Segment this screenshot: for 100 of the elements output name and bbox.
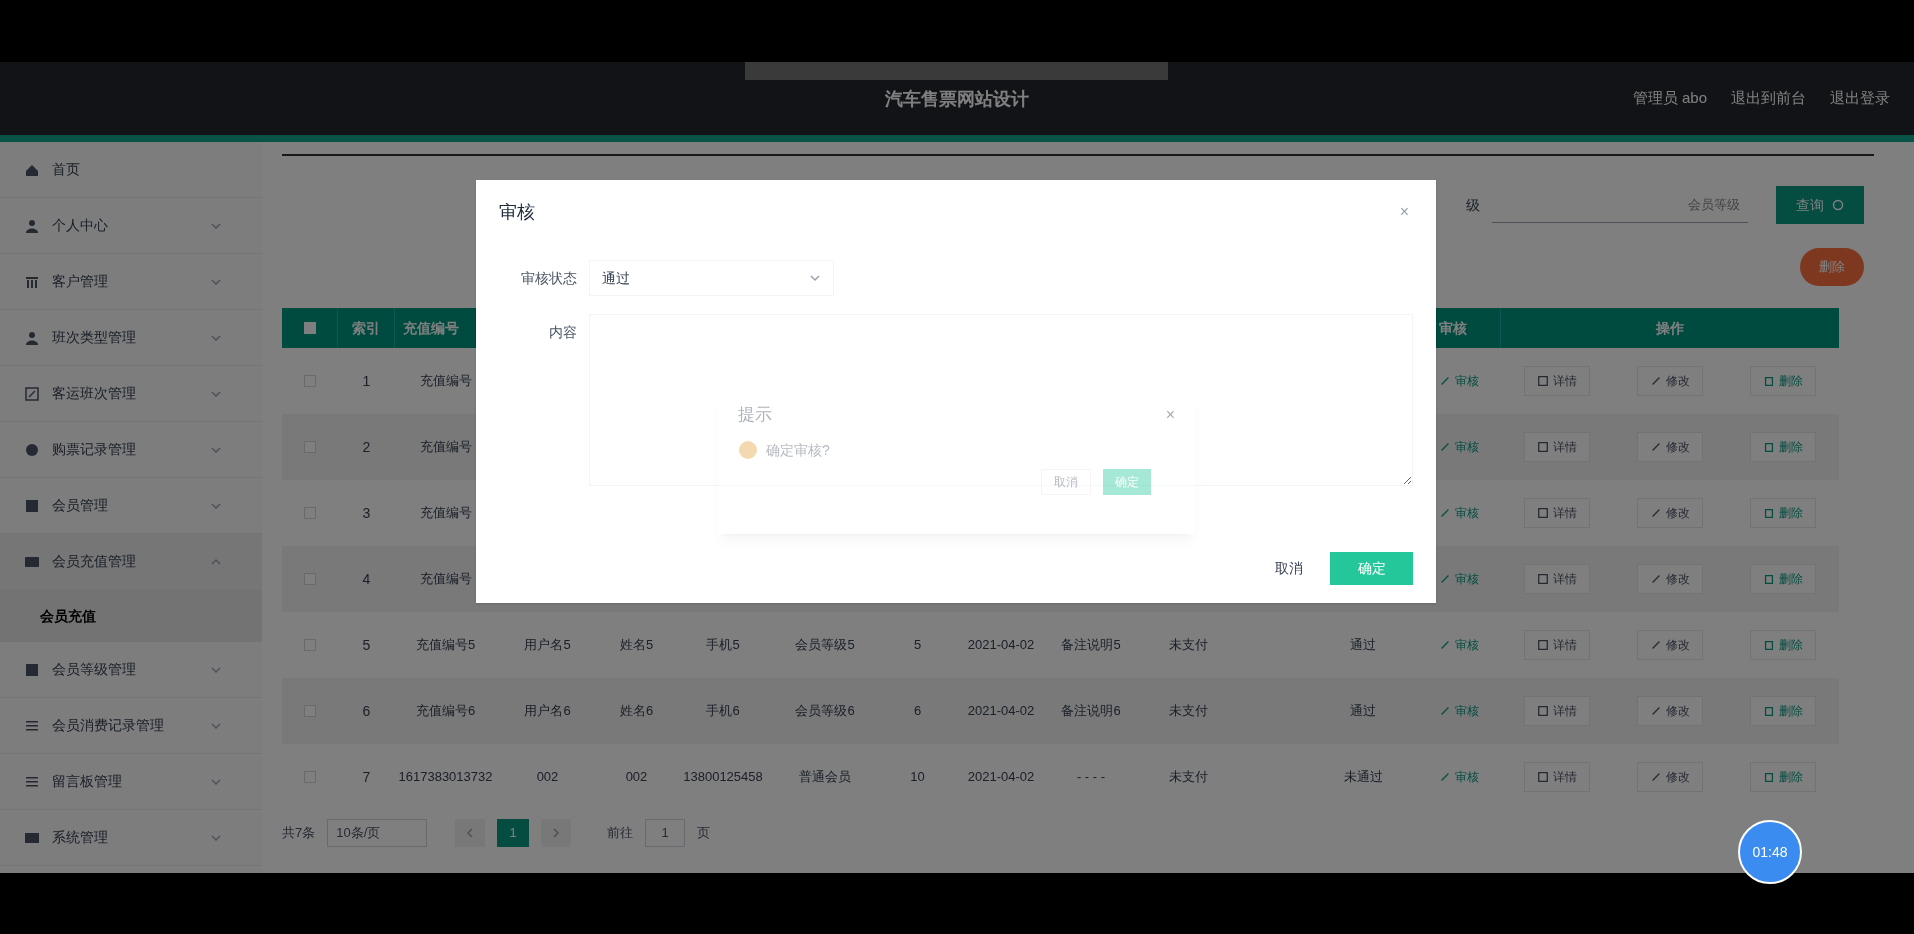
column-header: 充值编号: [402, 318, 460, 338]
detail-icon: [1537, 705, 1550, 717]
square-icon: [24, 661, 40, 678]
table-cell-text: 普通会员: [798, 767, 852, 786]
goto-suffix: 页: [697, 823, 711, 842]
table-cell-text: 6: [361, 701, 372, 721]
delete-row-button[interactable]: 删除: [1749, 762, 1816, 792]
edit-icon: [1439, 705, 1451, 717]
detail-icon: [1537, 771, 1550, 783]
admin-user: 管理员 abo: [1632, 88, 1707, 109]
header-link[interactable]: 退出登录: [1830, 87, 1890, 110]
delete-button[interactable]: 删除: [1800, 248, 1864, 286]
table-cell-text: 4: [361, 569, 372, 589]
delete-row-button[interactable]: 删除: [1749, 366, 1816, 396]
edit-icon: [1439, 639, 1451, 651]
confirm-title: 提示: [738, 404, 772, 426]
table-cell-text: 充值编号5: [414, 635, 477, 654]
prev-page-button[interactable]: [455, 818, 486, 847]
user-icon: [24, 329, 40, 346]
edit-button[interactable]: 修改: [1637, 630, 1703, 660]
delete-row-button[interactable]: 删除: [1749, 630, 1816, 660]
detail-icon: [1537, 639, 1550, 651]
sidebar-item[interactable]: 客运班次管理: [0, 366, 262, 422]
review-link[interactable]: 审核: [1439, 438, 1479, 456]
review-link[interactable]: 审核: [1439, 504, 1479, 522]
next-page-button[interactable]: [541, 818, 572, 847]
sidebar-item[interactable]: 系统管理: [0, 810, 262, 866]
confirm-button[interactable]: 确定: [1330, 552, 1413, 585]
status-select[interactable]: 通过: [589, 260, 834, 296]
review-link[interactable]: 审核: [1439, 702, 1479, 720]
review-link[interactable]: 审核: [1439, 570, 1479, 588]
table-cell-text: 1: [361, 371, 372, 391]
dialog-title: 审核: [499, 200, 535, 224]
delete-row-button[interactable]: 删除: [1749, 498, 1816, 528]
edit-icon: [1650, 507, 1662, 519]
detail-button[interactable]: 详情: [1524, 630, 1591, 660]
edit-icon: [1650, 441, 1662, 453]
close-button[interactable]: ×: [1399, 200, 1409, 224]
table-cell-text: 手机6: [705, 701, 741, 720]
sidebar-item[interactable]: 个人中心: [0, 198, 262, 254]
detail-button[interactable]: 详情: [1524, 564, 1591, 594]
detail-icon: [1537, 507, 1550, 519]
review-link[interactable]: 审核: [1439, 768, 1479, 786]
detail-button[interactable]: 详情: [1524, 762, 1591, 792]
edit-button[interactable]: 修改: [1637, 564, 1703, 594]
edit-button[interactable]: 修改: [1637, 366, 1703, 396]
edit-icon: [1439, 573, 1451, 585]
total-count: 共7条: [282, 823, 316, 842]
table-cell-text: - - - -: [1075, 767, 1107, 786]
goto-field[interactable]: 1: [645, 818, 686, 847]
sidebar-item[interactable]: 会员消费记录管理: [0, 698, 262, 754]
edit-icon: [1650, 639, 1662, 651]
refresh-icon: [1832, 199, 1844, 211]
sidebar-subitem[interactable]: 会员充值: [0, 590, 262, 642]
select-all-checkbox[interactable]: [303, 322, 316, 334]
table-cell-text: 6: [912, 701, 923, 720]
user-icon: [24, 217, 40, 234]
header-link[interactable]: 退出到前台: [1731, 87, 1806, 110]
table-cell-text: 002: [624, 767, 649, 786]
table-cell-text: 13800125458: [682, 767, 764, 786]
page-button[interactable]: 1: [497, 818, 530, 847]
trash-icon: [1762, 375, 1775, 387]
table-cell-text: 姓名6: [618, 701, 655, 720]
detail-button[interactable]: 详情: [1524, 498, 1591, 528]
sidebar-item[interactable]: 留言板管理: [0, 754, 262, 810]
trash-icon: [1762, 705, 1775, 717]
table-cell-text: 未支付: [1167, 635, 1209, 654]
review-link[interactable]: 审核: [1439, 636, 1479, 654]
detail-icon: [1537, 375, 1550, 387]
sidebar-item[interactable]: 购票记录管理: [0, 422, 262, 478]
chevron-icon: [809, 272, 821, 284]
detail-button[interactable]: 详情: [1524, 366, 1591, 396]
edit-button[interactable]: 修改: [1637, 762, 1703, 792]
search-button[interactable]: 查询: [1776, 186, 1864, 224]
sidebar-item[interactable]: 客户管理: [0, 254, 262, 310]
table-cell-text: 充值编号6: [414, 701, 477, 720]
edit-button[interactable]: 修改: [1637, 432, 1703, 462]
delete-row-button[interactable]: 删除: [1749, 564, 1816, 594]
sidebar-item[interactable]: 会员等级管理: [0, 642, 262, 698]
review-link[interactable]: 审核: [1439, 372, 1479, 390]
page-size-select[interactable]: 10条/页: [327, 818, 428, 847]
detail-button[interactable]: 详情: [1524, 432, 1591, 462]
table-cell-text: 1617383013732: [397, 767, 494, 786]
table-cell-text: 2021-04-02: [966, 767, 1036, 786]
table-cell-text: 7: [361, 767, 372, 787]
sidebar-item[interactable]: 会员充值管理: [0, 534, 262, 590]
header-title: 汽车售票网站设计: [885, 87, 1029, 111]
content-field[interactable]: [589, 314, 1413, 486]
detail-button[interactable]: 详情: [1524, 696, 1591, 726]
table-cell-text: 通过: [1349, 635, 1377, 654]
delete-row-button[interactable]: 删除: [1749, 696, 1816, 726]
column-header: 操作: [1655, 318, 1685, 338]
sidebar-item[interactable]: 首页: [0, 142, 262, 198]
sidebar-item[interactable]: 班次类型管理: [0, 310, 262, 366]
delete-row-button[interactable]: 删除: [1749, 432, 1816, 462]
table-cell-text: 充值编号: [418, 503, 473, 522]
table-cell-text: 用户名5: [523, 635, 572, 654]
edit-button[interactable]: 修改: [1637, 696, 1703, 726]
trash-icon: [1762, 573, 1775, 585]
edit-button[interactable]: 修改: [1637, 498, 1703, 528]
